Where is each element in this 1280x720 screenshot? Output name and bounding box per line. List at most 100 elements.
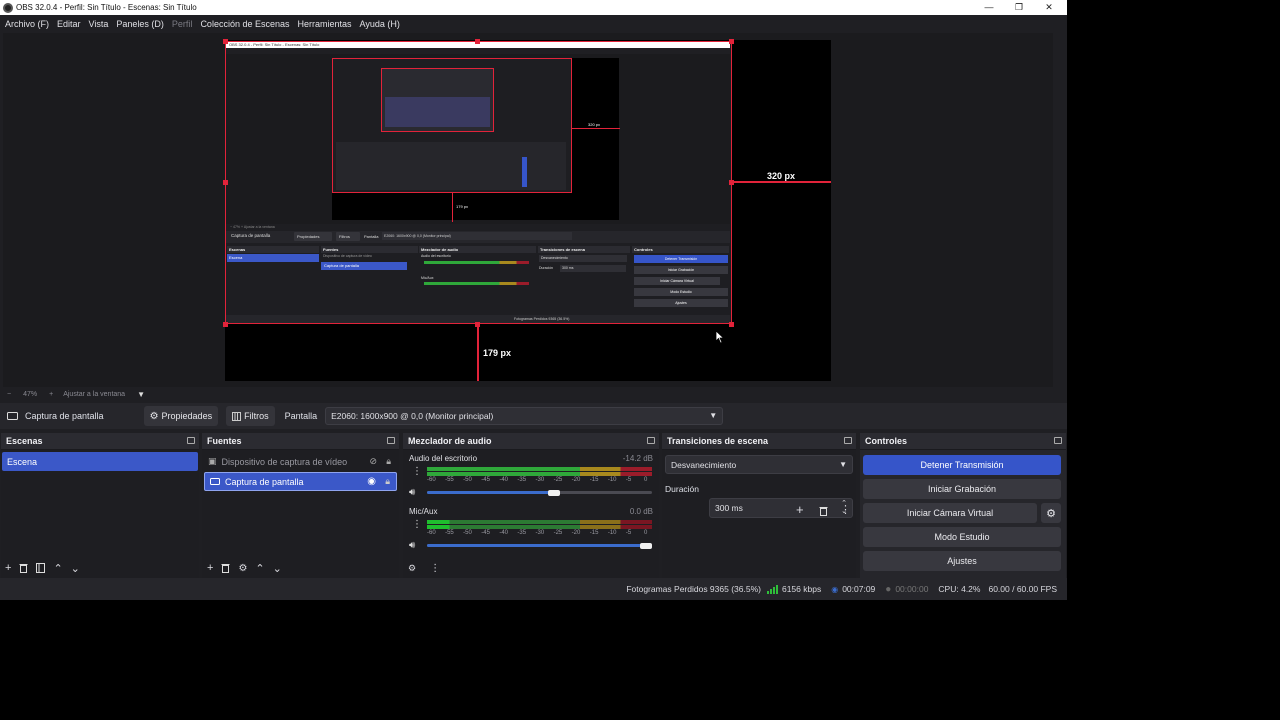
duration-spinbox[interactable]: 300 ms ⌃ ⌄ <box>709 498 853 518</box>
trash-icon[interactable] <box>19 563 28 573</box>
nested-props: Propiedades <box>294 232 332 241</box>
source-item-video-capture[interactable]: ▣ Dispositivo de captura de vídeo ⊘ 🔒︎ <box>208 452 397 471</box>
scenes-toolbar: + ⌃ ⌄ <box>1 558 199 578</box>
properties-button[interactable]: ⚙ Propiedades <box>143 406 219 426</box>
controls-body: Detener Transmisión Iniciar Grabación In… <box>860 450 1066 578</box>
more-options-icon[interactable]: ⋮ <box>840 503 851 516</box>
nested-src1: Dispositivo de captura de vídeo <box>323 254 372 258</box>
add-transition-icon[interactable]: + <box>796 502 804 517</box>
meter-tick-label: -5 <box>625 477 632 483</box>
move-up-icon[interactable]: ⌃ <box>53 562 62 575</box>
menu-vista[interactable]: Vista <box>89 19 109 29</box>
controls-header: Controles <box>860 433 1066 450</box>
display-select[interactable]: E2060: 1600x900 @ 0,0 (Monitor principal… <box>325 407 724 425</box>
monitor-icon <box>7 411 18 420</box>
start-recording-button[interactable]: Iniciar Grabación <box>863 479 1061 499</box>
channel-db: -14.2 dB <box>622 454 653 463</box>
resize-handle-t[interactable] <box>475 39 480 44</box>
signal-strength-icon <box>766 584 778 594</box>
add-icon[interactable]: + <box>5 562 11 574</box>
lock-icon[interactable]: 🔒︎ <box>386 456 391 467</box>
nested-trans-header: Transiciones de escena <box>538 246 630 253</box>
move-down-icon[interactable]: ⌄ <box>273 562 282 575</box>
minimize-button[interactable]: — <box>974 0 1004 15</box>
more-options-icon[interactable]: ⋮ <box>412 466 422 477</box>
chevron-down-icon: ▼ <box>709 411 718 420</box>
virtual-camera-settings-gear-icon[interactable]: ⚙ <box>1041 503 1061 523</box>
properties-label: Propiedades <box>161 411 213 421</box>
lock-icon[interactable]: 🔒︎ <box>385 476 390 487</box>
filters-icon[interactable] <box>36 563 46 573</box>
nested-duration: Duración <box>539 266 554 270</box>
settings-button[interactable]: Ajustes <box>863 551 1061 571</box>
undock-icon[interactable] <box>647 437 655 444</box>
more-options-icon[interactable]: ⋮ <box>412 519 422 530</box>
speaker-icon[interactable]: 🔊︎ <box>409 487 415 498</box>
resize-handle-tl[interactable] <box>223 39 228 44</box>
menu-editar[interactable]: Editar <box>57 19 81 29</box>
stop-streaming-button[interactable]: Detener Transmisión <box>863 455 1061 475</box>
trash-icon[interactable] <box>221 563 230 573</box>
menu-paneles[interactable]: Paneles (D) <box>116 19 164 29</box>
move-up-icon[interactable]: ⌃ <box>255 562 264 575</box>
meter-tick-label: -45 <box>481 477 490 483</box>
transition-select[interactable]: Desvanecimiento ▼ <box>665 455 853 474</box>
scene-item[interactable]: Escena <box>2 452 198 471</box>
menu-coleccion-escenas[interactable]: Colección de Escenas <box>200 19 289 29</box>
start-virtual-camera-button[interactable]: Iniciar Cámara Virtual <box>863 503 1037 523</box>
mixer-body: Audio del escritorio -14.2 dB ⋮ -60 -55 -5… <box>403 450 659 578</box>
close-button[interactable]: ✕ <box>1034 0 1064 15</box>
undock-icon[interactable] <box>844 437 852 444</box>
nested-sources-header: Fuentes <box>321 246 418 253</box>
bitrate: 6156 kbps <box>781 584 822 594</box>
menu-ayuda[interactable]: Ayuda (H) <box>360 19 400 29</box>
display-label: Pantalla <box>284 411 318 421</box>
hidden-eye-icon[interactable]: ⊘ <box>369 456 377 467</box>
transitions-header: Transiciones de escena <box>662 433 856 450</box>
resize-handle-bl[interactable] <box>223 322 228 327</box>
volume-slider-knob[interactable] <box>640 542 652 549</box>
meter-tick-label: -25 <box>553 477 563 483</box>
menu-archivo[interactable]: Archivo (F) <box>5 19 49 29</box>
resize-handle-br[interactable] <box>729 322 734 327</box>
level-meter <box>427 472 652 476</box>
undock-icon[interactable] <box>1054 437 1062 444</box>
eye-icon[interactable]: ◉ <box>367 476 376 487</box>
source-item-screen-capture[interactable]: Captura de pantalla ◉ 🔒︎ <box>204 472 397 491</box>
meter-tick-label: -50 <box>463 477 472 483</box>
selected-source-frame[interactable]: OBS 32.0.4 - Perfil: Sin Título - Escena… <box>225 41 732 324</box>
meter-tick-label: -35 <box>517 477 527 483</box>
distance-guide-bottom <box>477 325 479 381</box>
sources-title: Fuentes <box>207 436 242 446</box>
undock-icon[interactable] <box>187 437 195 444</box>
gear-icon[interactable]: ⚙ <box>238 563 247 574</box>
zoom-dropdown-icon[interactable]: ▼ <box>137 390 145 399</box>
undock-icon[interactable] <box>387 437 395 444</box>
nested-mixer-header: Mezclador de audio <box>419 246 536 253</box>
filters-button[interactable]: Filtros <box>226 406 275 426</box>
gear-icon: ⚙ <box>149 410 159 422</box>
resize-handle-l[interactable] <box>223 180 228 185</box>
distance-label-right: 320 px <box>767 171 796 181</box>
advanced-audio-icon[interactable]: ⚙ <box>408 563 416 574</box>
volume-slider-knob[interactable] <box>548 489 560 496</box>
add-icon[interactable]: + <box>207 562 213 574</box>
move-down-icon[interactable]: ⌄ <box>71 562 80 575</box>
zoom-out-button[interactable]: − <box>7 391 11 398</box>
level-meter <box>427 520 652 524</box>
volume-slider-fill <box>427 544 652 547</box>
speaker-icon[interactable]: 🔊︎ <box>409 540 415 551</box>
resize-handle-tr[interactable] <box>729 39 734 44</box>
more-options-icon[interactable]: ⋮ <box>430 563 440 574</box>
studio-mode-button[interactable]: Modo Estudio <box>863 527 1061 547</box>
zoom-in-button[interactable]: + <box>49 391 53 398</box>
menu-herramientas[interactable]: Herramientas <box>298 19 352 29</box>
restore-button[interactable]: ❐ <box>1004 0 1034 15</box>
menu-perfil[interactable]: Perfil <box>172 19 193 29</box>
trash-icon[interactable] <box>819 506 828 516</box>
source-item-label: Captura de pantalla <box>225 476 304 487</box>
fit-to-window-button[interactable]: Ajustar a la ventana <box>63 391 125 398</box>
channel-name: Audio del escritorio <box>409 454 478 463</box>
meter-tick-label: -50 <box>463 530 472 536</box>
filters-label: Filtros <box>244 411 269 421</box>
